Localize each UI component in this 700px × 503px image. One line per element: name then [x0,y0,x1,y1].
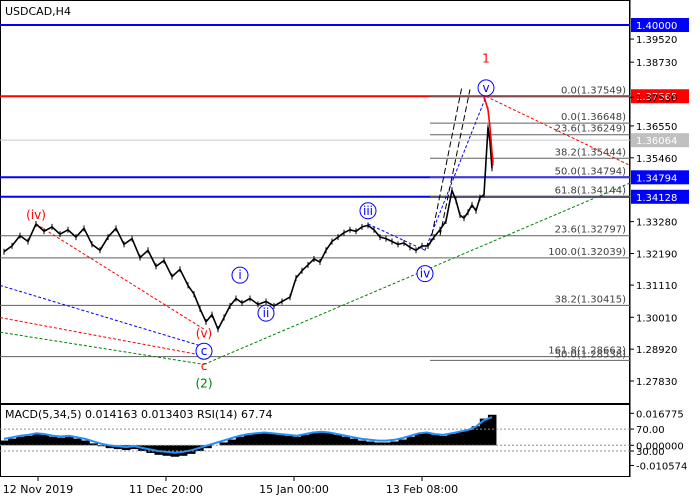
indicator-title: MACD(5,34,5) 0.014163 0.013403 RSI(14) 6… [5,408,272,421]
macd-histogram-bar [292,436,302,446]
macd-histogram-bar [365,441,375,446]
macd-histogram-bar [333,434,342,446]
macd-histogram-bar [235,436,245,446]
price-chart: USDCAD,H4 MACD(5,34,5) 0.014163 0.013403… [0,0,700,500]
macd-histogram-bar [357,440,367,446]
macd-histogram-bar [32,433,41,446]
y-tick-label: 1.38730 [636,58,677,69]
y-tick-label: 1.36550 [636,122,677,133]
y-tick-label: 1.35460 [636,154,677,165]
wave-label: c [201,344,208,358]
y-tick-label: 1.39520 [636,35,677,46]
macd-histogram-bar [349,438,359,446]
wave-label: 1 [482,52,490,66]
macd-histogram-bar [268,433,277,446]
macd-histogram-bar [73,438,82,446]
y-tick-label: 1.32190 [636,249,677,260]
wave-label: (iv) [26,208,46,222]
wave-label: (v) [196,327,212,341]
macd-histogram-bar [56,437,66,446]
macd-histogram-bar [276,434,285,446]
fib-level-label: 61.8(1.34144) [555,185,627,196]
fib-level-label: 0.0(1.36648) [561,112,626,123]
wave-label: i [238,268,241,282]
macd-y-tick-label: 0.016775 [636,409,684,420]
x-tick-label: 15 Jan 00:00 [259,483,329,496]
x-tick-label: 12 Nov 2019 [3,483,73,496]
macd-histogram-bar [414,433,424,446]
level-price-label: 1.36064 [636,136,677,147]
macd-histogram-bar [300,434,310,446]
macd-histogram-bar [431,434,440,446]
chart-title: USDCAD,H4 [5,5,71,18]
wave-label: ii [263,306,270,320]
macd-y-tick-label: 30.00 [636,447,665,458]
macd-histogram-bar [390,441,399,446]
wave-label: iv [420,267,430,281]
macd-y-tick-label: 70.00 [636,425,665,436]
macd-histogram-bar [284,435,294,446]
macd-histogram-bar [447,433,456,446]
macd-histogram-bar [439,435,448,446]
macd-histogram-bar [40,434,50,446]
macd-histogram-bar [65,436,74,446]
y-tick-label: 1.33280 [636,218,677,229]
wave-label: c [201,359,208,373]
x-tick-label: 13 Feb 08:00 [386,483,458,496]
macd-histogram-bar [24,435,33,446]
macd-histogram-bar [463,430,473,446]
y-tick-label: 1.30010 [636,313,677,324]
macd-histogram-bar [260,432,269,446]
wave-label: (2) [196,376,213,390]
fib-level-label: 38.2(1.35444) [555,147,627,158]
macd-histogram-bar [487,414,497,446]
level-price-label: 1.40000 [636,21,677,32]
fib-level-label: 23.6(1.32797) [555,225,627,236]
macd-histogram-bar [422,432,432,446]
macd-histogram-bar [0,440,9,446]
chart-stage: USDCAD,H4 MACD(5,34,5) 0.014163 0.013403… [0,0,700,500]
macd-histogram-bar [455,431,464,446]
macd-histogram-bar [81,440,90,446]
level-price-label: 1.34128 [636,193,677,204]
fib-level-label: 0.0(1.37549) [561,86,626,97]
fib-level-label: 50.0(1.28538) [555,349,627,360]
macd-histogram-bar [341,436,351,446]
y-tick-label: 1.28920 [636,345,677,356]
y-tick-label: 1.37530 [636,93,677,104]
y-tick-label: 1.27830 [636,377,677,388]
fib-level-label: 100.0(1.32039) [548,247,626,258]
level-price-label: 1.34794 [636,173,677,184]
x-tick-label: 11 Dec 20:00 [129,483,203,496]
macd-y-tick-label: -0.010574 [636,461,687,472]
macd-histogram-bar [252,433,261,446]
fib-level-label: 50.0(1.34794) [555,166,627,177]
fib-level-label: 23.6(1.36249) [555,124,627,135]
macd-histogram-bar [406,436,416,446]
macd-histogram-bar [309,432,318,446]
macd-histogram-bar [317,431,326,446]
macd-histogram-bar [8,438,17,446]
macd-histogram-bar [325,432,334,446]
y-tick-label: 1.31110 [636,281,677,292]
macd-histogram-bar [227,439,237,446]
wave-label: iii [363,204,373,218]
macd-histogram-bar [398,439,407,446]
wave-label: v [482,81,489,95]
macd-histogram-bar [48,436,58,446]
macd-histogram-bar [243,434,253,446]
macd-histogram-bar [16,436,25,446]
fib-level-label: 38.2(1.30415) [555,294,627,305]
